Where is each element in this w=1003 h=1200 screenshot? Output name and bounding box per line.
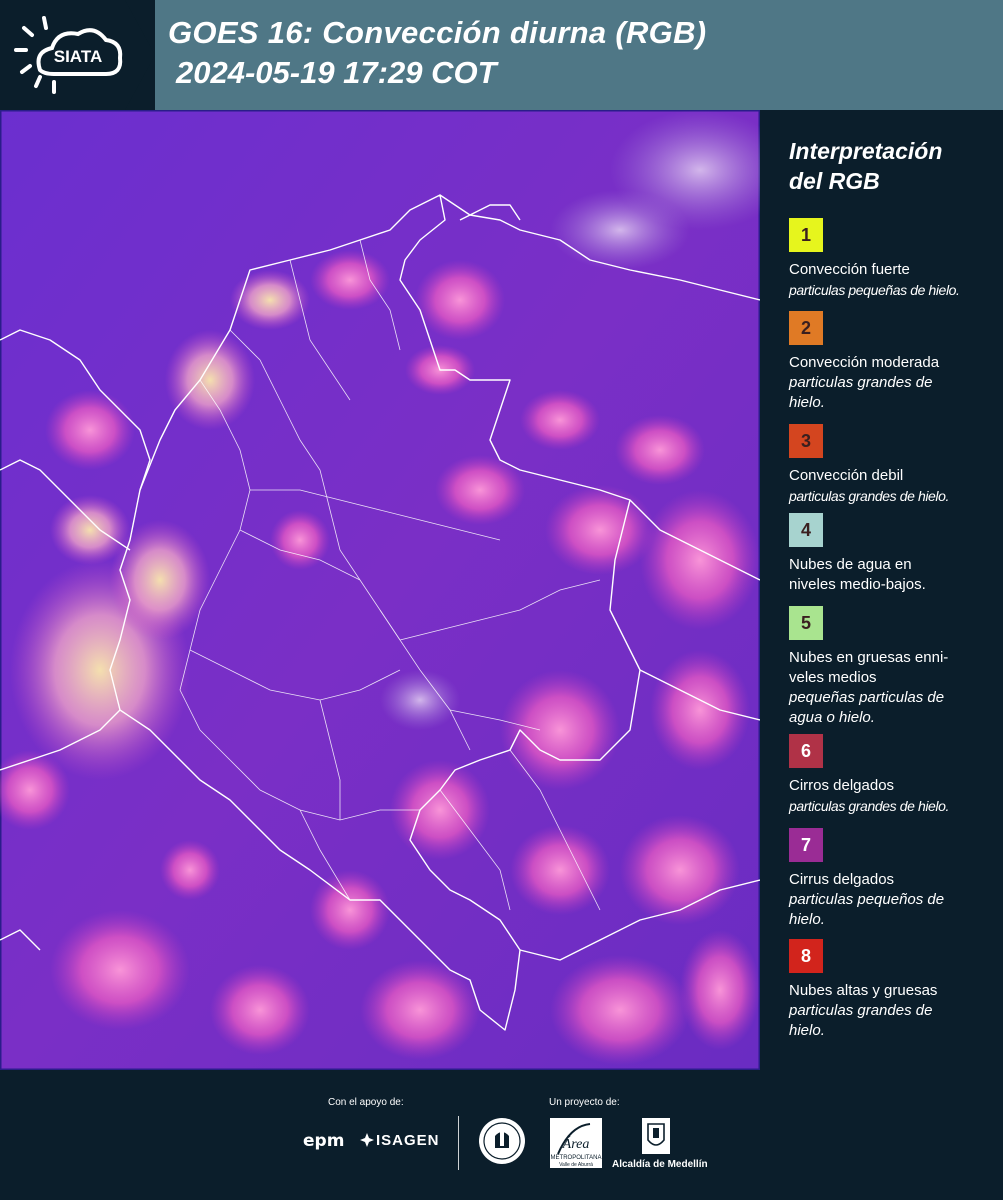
alcaldia-coat-of-arms-icon[interactable] bbox=[640, 1116, 672, 1156]
header-bar: SIATA GOES 16: Convección diurna (RGB) 2… bbox=[0, 0, 1003, 110]
legend-item-sub: hielo. bbox=[789, 1022, 825, 1039]
legend-item-3: 3 Convección debil particulas grandes de… bbox=[789, 424, 999, 506]
legend-item-label: Nubes de agua en bbox=[789, 556, 912, 573]
legend-title-line1: Interpretación bbox=[789, 138, 943, 164]
legend-item-4: 4 Nubes de agua en niveles medio-bajos. bbox=[789, 513, 999, 595]
legend-item-2: 2 Convección moderada particulas grandes… bbox=[789, 311, 999, 413]
legend-item-label: Convección moderada bbox=[789, 354, 940, 371]
area-line1-text: METROPOLITANA bbox=[551, 1155, 602, 1161]
legend-item-8: 8 Nubes altas y gruesas particulas grand… bbox=[789, 939, 999, 1041]
legend-item-label: Cirros delgados bbox=[789, 777, 895, 794]
legend-swatch: 1 bbox=[789, 218, 823, 252]
legend-item-label: niveles medio-bajos. bbox=[789, 576, 926, 593]
satellite-map[interactable] bbox=[0, 110, 760, 1070]
legend-item-sub: agua o hielo. bbox=[789, 709, 875, 726]
legend-item-6: 6 Cirros delgados particulas grandes de … bbox=[789, 734, 999, 816]
epm-logo[interactable]: epm bbox=[303, 1131, 344, 1151]
logo-arrow bbox=[125, 0, 155, 110]
legend-item-label: Convección fuerte bbox=[789, 261, 910, 278]
legend-swatch: 7 bbox=[789, 828, 823, 862]
legend-item-label: Cirrus delgados bbox=[789, 871, 895, 888]
area-line2-text: Valle de Aburrá bbox=[559, 1162, 593, 1168]
legend-item-sub: particulas grandes de bbox=[789, 374, 933, 391]
isagen-logo[interactable]: ISAGEN bbox=[376, 1132, 440, 1149]
satellite-image bbox=[0, 110, 760, 1070]
legend-title: Interpretación del RGB bbox=[789, 136, 942, 196]
legend-item-sub: particulas grandes de hielo. bbox=[789, 488, 950, 504]
legend-item-5: 5 Nubes en gruesas enni- veles medios pe… bbox=[789, 606, 999, 728]
siata-logo-text: SIATA bbox=[54, 47, 102, 66]
page-title: GOES 16: Convección diurna (RGB) bbox=[168, 15, 707, 50]
footer: Con el apoyo de: Un proyecto de: epm ISA… bbox=[0, 1070, 1003, 1200]
support-label: Con el apoyo de: bbox=[328, 1097, 404, 1108]
legend-item-7: 7 Cirrus delgados particulas pequeños de… bbox=[789, 828, 999, 930]
medellin-seal-icon[interactable] bbox=[477, 1116, 527, 1166]
legend-swatch: 4 bbox=[789, 513, 823, 547]
area-name-text: Área bbox=[562, 1135, 590, 1152]
legend-item-label: Convección debil bbox=[789, 467, 904, 484]
legend-title-line2: del RGB bbox=[789, 168, 880, 194]
area-metropolitana-logo[interactable]: Área METROPOLITANA Valle de Aburrá bbox=[550, 1118, 602, 1172]
legend-item-label: Nubes en gruesas enni- bbox=[789, 649, 949, 666]
footer-divider bbox=[458, 1116, 459, 1170]
legend-item-sub: particulas grandes de hielo. bbox=[789, 798, 950, 814]
legend-item-sub: hielo. bbox=[789, 911, 825, 928]
legend-swatch: 2 bbox=[789, 311, 823, 345]
legend-item-sub: particulas pequeñas de hielo. bbox=[789, 282, 960, 298]
isagen-mark-icon bbox=[360, 1133, 374, 1147]
siata-logo-icon[interactable]: SIATA bbox=[14, 14, 126, 96]
legend-item-label: Nubes altas y gruesas bbox=[789, 982, 938, 999]
legend-swatch: 3 bbox=[789, 424, 823, 458]
legend-swatch: 5 bbox=[789, 606, 823, 640]
legend-item-1: 1 Convección fuerte particulas pequeñas … bbox=[789, 218, 999, 300]
legend-item-label: veles medios bbox=[789, 669, 877, 686]
legend-swatch: 6 bbox=[789, 734, 823, 768]
legend-item-sub: particulas grandes de bbox=[789, 1002, 933, 1019]
legend-panel: Interpretación del RGB 1 Convección fuer… bbox=[760, 110, 1003, 1070]
legend-item-sub: pequeñas particulas de bbox=[789, 689, 945, 706]
alcaldia-label: Alcaldía de Medellín bbox=[612, 1159, 708, 1170]
legend-item-sub: particulas pequeños de bbox=[789, 891, 945, 908]
legend-item-sub: hielo. bbox=[789, 394, 825, 411]
legend-swatch: 8 bbox=[789, 939, 823, 973]
project-label: Un proyecto de: bbox=[549, 1097, 620, 1108]
page-subtitle-datetime: 2024-05-19 17:29 COT bbox=[176, 55, 497, 90]
